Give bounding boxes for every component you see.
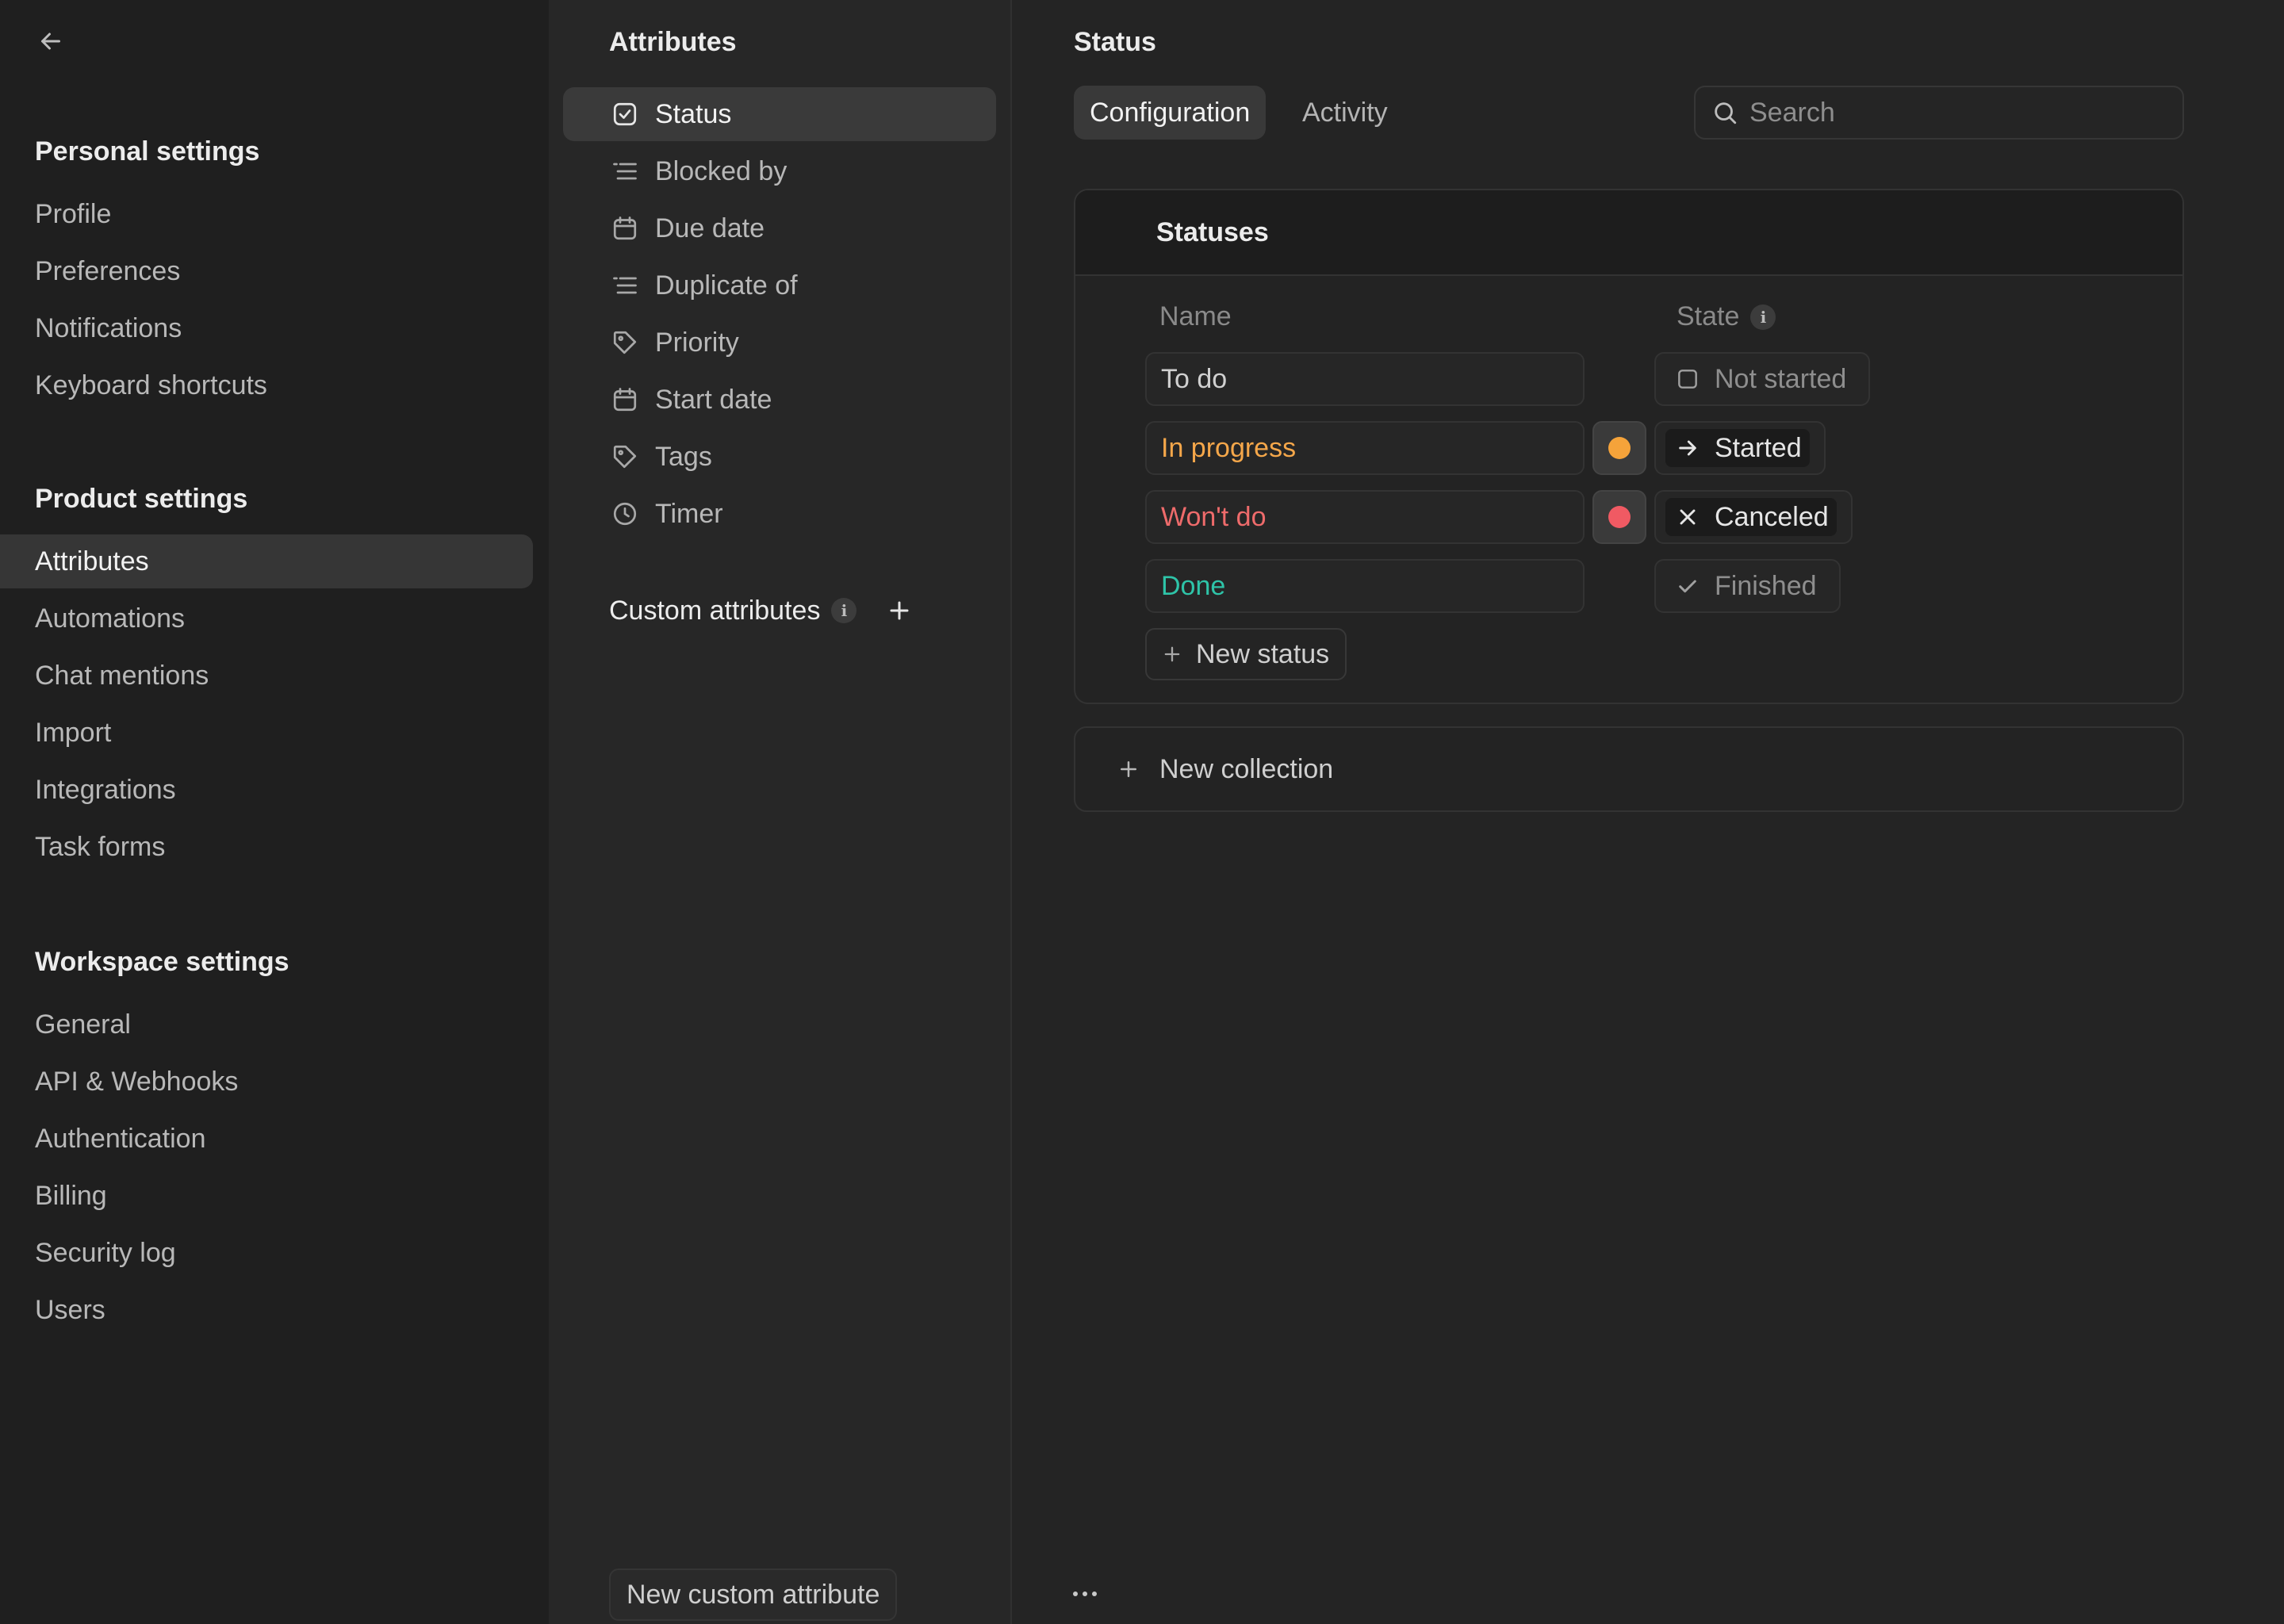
statuses-card-header: Statuses	[1075, 190, 2182, 276]
sidebar-item-profile[interactable]: Profile	[0, 187, 533, 241]
attribute-label: Tags	[655, 441, 712, 472]
new-collection-button[interactable]: New collection	[1074, 726, 2184, 812]
attribute-label: Status	[655, 98, 732, 129]
attribute-label: Priority	[655, 327, 739, 358]
plus-icon	[1161, 643, 1183, 665]
sidebar-item-authentication[interactable]: Authentication	[0, 1112, 533, 1166]
plus-icon	[1121, 761, 1136, 777]
sidebar-item-attributes[interactable]: Attributes	[0, 534, 533, 588]
state-label: Canceled	[1715, 501, 1829, 532]
ellipsis-icon	[1073, 1591, 1097, 1596]
custom-attributes-heading: Custom attributes	[609, 595, 821, 626]
status-name-field[interactable]: Done	[1145, 559, 1585, 613]
sidebar-item-api-webhooks[interactable]: API & Webhooks	[0, 1055, 533, 1109]
attribute-item-tags[interactable]: Tags	[563, 430, 996, 484]
list-icon	[609, 270, 641, 301]
attribute-item-due-date[interactable]: Due date	[563, 201, 996, 255]
search-box	[1694, 86, 2184, 140]
sidebar-item-task-forms[interactable]: Task forms	[0, 820, 533, 874]
sidebar-item-billing[interactable]: Billing	[0, 1169, 533, 1223]
sidebar-item-automations[interactable]: Automations	[0, 592, 533, 645]
attribute-item-blocked-by[interactable]: Blocked by	[563, 144, 996, 198]
tab-activity[interactable]: Activity	[1286, 86, 1404, 140]
workspace-settings-heading: Workspace settings	[35, 947, 289, 977]
new-status-label: New status	[1196, 638, 1330, 669]
sidebar-item-keyboard-shortcuts[interactable]: Keyboard shortcuts	[0, 358, 533, 412]
x-icon	[1673, 503, 1702, 531]
check-icon	[1673, 572, 1702, 600]
attribute-item-status[interactable]: Status	[563, 87, 996, 141]
sidebar-item-users[interactable]: Users	[0, 1283, 533, 1337]
sidebar-item-notifications[interactable]: Notifications	[0, 301, 533, 355]
calendar-icon	[609, 384, 641, 416]
status-color-picker[interactable]	[1592, 490, 1646, 544]
custom-attributes-row: Custom attributes i	[609, 592, 915, 630]
plus-icon	[890, 601, 909, 620]
tag-icon	[609, 441, 641, 473]
state-label: Finished	[1715, 570, 1817, 601]
statuses-heading: Statuses	[1156, 217, 1269, 247]
state-label: Started	[1715, 432, 1802, 463]
more-options-button[interactable]	[1069, 1578, 1101, 1610]
attribute-item-timer[interactable]: Timer	[563, 487, 996, 541]
new-custom-attribute-button[interactable]: New custom attribute	[609, 1568, 898, 1621]
state-selector[interactable]: Started	[1654, 421, 1826, 475]
attribute-label: Start date	[655, 384, 772, 415]
color-dot-icon	[1608, 506, 1631, 528]
attribute-label: Due date	[655, 213, 765, 243]
color-dot-icon	[1608, 437, 1631, 459]
status-name-field[interactable]: To do	[1145, 352, 1585, 406]
product-settings-heading: Product settings	[35, 484, 248, 514]
sidebar-item-general[interactable]: General	[0, 998, 533, 1051]
sidebar-item-integrations[interactable]: Integrations	[0, 763, 533, 817]
attributes-heading: Attributes	[609, 27, 737, 57]
sidebar-item-import[interactable]: Import	[0, 706, 533, 760]
status-name-field[interactable]: In progress	[1145, 421, 1585, 475]
page-title: Status	[1074, 27, 1156, 57]
column-header-state: State i	[1677, 301, 1776, 332]
attribute-item-duplicate-of[interactable]: Duplicate of	[563, 259, 996, 312]
clock-icon	[609, 498, 641, 530]
search-input[interactable]	[1748, 96, 2163, 129]
statuses-card: Statuses Name State i To do Not started …	[1074, 189, 2184, 704]
attribute-label: Duplicate of	[655, 270, 798, 301]
column-header-name: Name	[1159, 301, 1232, 331]
sidebar-item-security-log[interactable]: Security log	[0, 1226, 533, 1280]
back-button[interactable]	[32, 22, 70, 60]
status-name-field[interactable]: Won't do	[1145, 490, 1585, 544]
sidebar-item-preferences[interactable]: Preferences	[0, 244, 533, 298]
info-icon[interactable]: i	[831, 598, 857, 623]
arrow-right-icon	[1673, 434, 1702, 462]
new-status-button[interactable]: New status	[1145, 628, 1347, 680]
attribute-label: Timer	[655, 498, 723, 529]
tab-configuration[interactable]: Configuration	[1074, 86, 1267, 140]
state-selector[interactable]: Canceled	[1654, 490, 1853, 544]
calendar-icon	[609, 213, 641, 244]
tag-icon	[609, 327, 641, 358]
arrow-left-icon	[41, 33, 60, 50]
add-custom-attribute-button[interactable]	[883, 595, 915, 626]
state-label: Not started	[1715, 363, 1847, 394]
settings-sidebar: Personal settings Profile Preferences No…	[0, 0, 549, 1624]
checkbox-icon	[609, 98, 641, 130]
state-selector[interactable]: Finished	[1654, 559, 1841, 613]
empty-checkbox-icon	[1673, 365, 1702, 393]
sidebar-item-chat-mentions[interactable]: Chat mentions	[0, 649, 533, 703]
attribute-item-priority[interactable]: Priority	[563, 316, 996, 370]
status-color-picker[interactable]	[1592, 421, 1646, 475]
personal-settings-heading: Personal settings	[35, 136, 260, 167]
new-collection-label: New collection	[1159, 753, 1334, 784]
list-icon	[609, 155, 641, 187]
attribute-label: Blocked by	[655, 155, 788, 186]
info-icon[interactable]: i	[1750, 304, 1776, 330]
state-selector[interactable]: Not started	[1654, 352, 1871, 406]
search-icon	[1715, 102, 1737, 124]
attribute-item-start-date[interactable]: Start date	[563, 373, 996, 427]
